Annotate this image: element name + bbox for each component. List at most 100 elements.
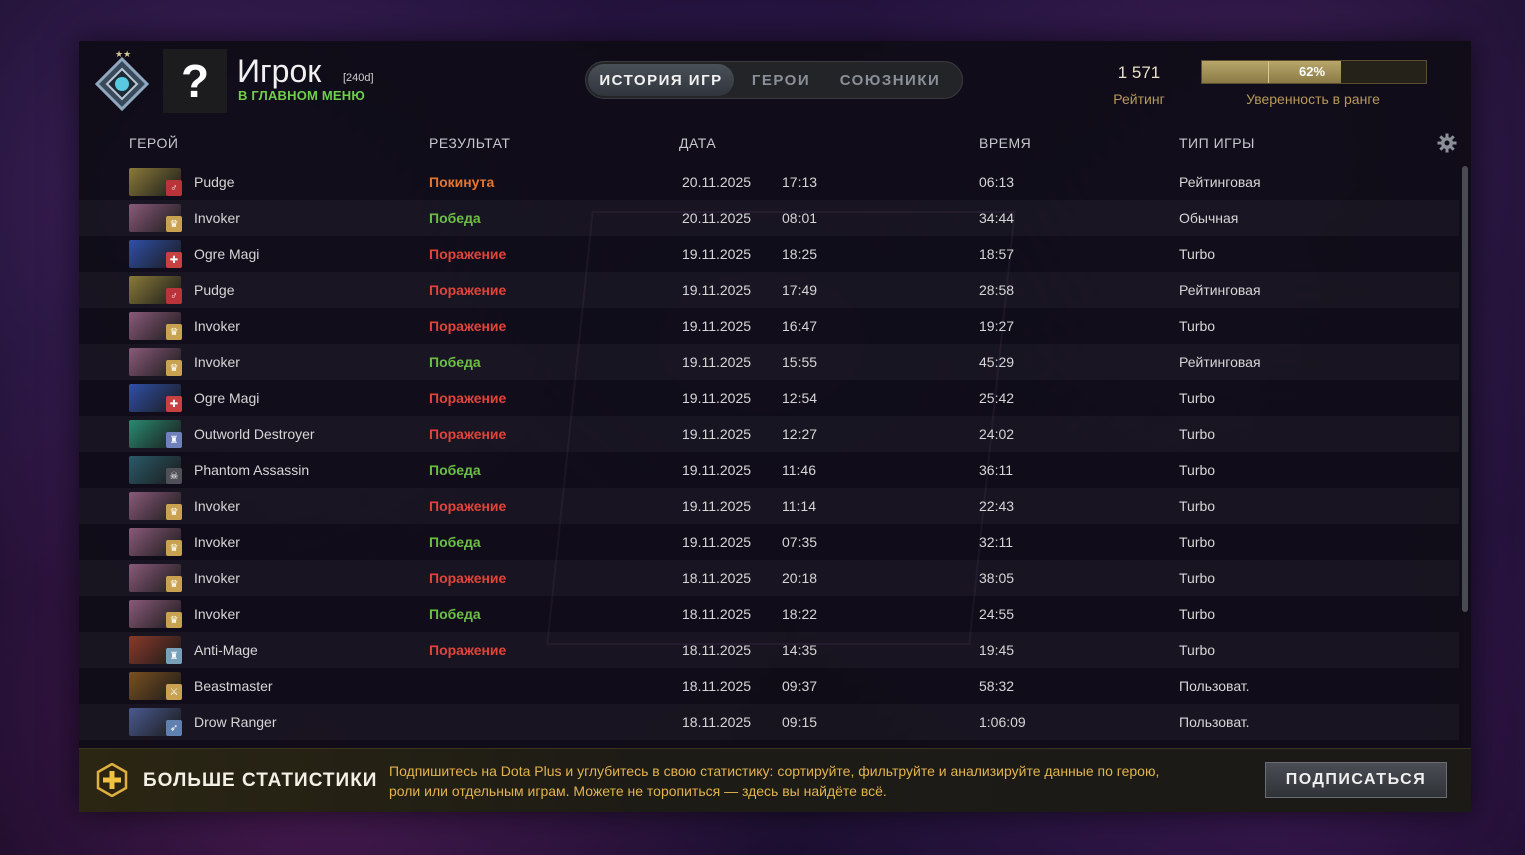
match-date: 19.11.2025	[682, 354, 752, 370]
match-row[interactable]: ♛ Invoker Поражение 18.11.2025 20:18 38:05 Tur…	[79, 560, 1459, 596]
promo-text: Подпишитесь на Dota Plus и углубитесь в …	[389, 763, 1160, 799]
match-row[interactable]: ♜ Outworld Destroyer Поражение 19.11.2025 12…	[79, 416, 1459, 452]
tab-bar: ИСТОРИЯ ИГР ГЕРОИ СОЮЗНИКИ	[585, 61, 963, 99]
hero-name: Drow Ranger	[194, 714, 277, 730]
game-type: Пользоват.	[1179, 678, 1250, 694]
role-badge-icon: ♛	[166, 612, 182, 628]
player-name: Игрок	[237, 53, 322, 89]
match-duration: 25:42	[979, 390, 1015, 406]
column-date[interactable]: ДАТА	[679, 135, 716, 151]
match-row[interactable]: ⚔ Beastmaster 18.11.2025 09:37 58:32 Пользова…	[79, 668, 1459, 704]
match-result: Поражение	[429, 426, 507, 442]
tab-heroes[interactable]: ГЕРОИ	[734, 64, 828, 96]
match-time: 09:15	[782, 714, 818, 730]
game-type: Рейтинговая	[1179, 282, 1261, 298]
role-badge-icon: ♛	[166, 360, 182, 376]
dota-plus-icon	[96, 763, 128, 797]
match-duration: 1:06:09	[979, 714, 1026, 730]
match-row[interactable]: ☠ Phantom Assassin Победа 19.11.2025 11:46 36…	[79, 452, 1459, 488]
match-time: 15:55	[782, 354, 818, 370]
svg-text:★★: ★★	[115, 50, 131, 60]
match-date: 19.11.2025	[682, 390, 752, 406]
match-list: ♂ Pudge Покинута 20.11.2025 17:13 06:13 Рейтин…	[79, 164, 1459, 748]
match-date: 19.11.2025	[682, 426, 752, 442]
match-result: Поражение	[429, 318, 507, 334]
game-type: Turbo	[1179, 426, 1216, 442]
match-date: 18.11.2025	[682, 606, 752, 622]
match-time: 14:35	[782, 642, 818, 658]
match-time: 11:46	[782, 462, 816, 478]
match-row[interactable]: ♛ Invoker Победа 19.11.2025 15:55 45:29 Рейтин…	[79, 344, 1459, 380]
match-duration: 24:02	[979, 426, 1015, 442]
match-duration: 34:44	[979, 210, 1015, 226]
match-row[interactable]: ♜ Anti-Mage Поражение 18.11.2025 14:35 19:45 T…	[79, 632, 1459, 668]
match-duration: 38:05	[979, 570, 1015, 586]
role-badge-icon: ♂	[166, 180, 182, 196]
match-row[interactable]: ➶ Drow Ranger 18.11.2025 09:15 1:06:09 Пользо…	[79, 704, 1459, 740]
hero-name: Outworld Destroyer	[194, 426, 315, 442]
match-row[interactable]: ♛ Invoker Победа 20.11.2025 08:01 34:44 Обычна…	[79, 200, 1459, 236]
match-duration: 19:27	[979, 318, 1015, 334]
match-row[interactable]: ♛ Invoker Поражение 19.11.2025 16:47 19:27 Tur…	[79, 308, 1459, 344]
match-time: 18:25	[782, 246, 818, 262]
hero-name: Beastmaster	[194, 678, 273, 694]
game-type: Turbo	[1179, 462, 1216, 478]
match-result: Победа	[429, 534, 481, 550]
scrollbar[interactable]	[1462, 166, 1468, 612]
subscribe-button[interactable]: ПОДПИСАТЬСЯ	[1265, 762, 1447, 798]
match-date: 19.11.2025	[682, 534, 752, 550]
column-game-type[interactable]: ТИП ИГРЫ	[1179, 135, 1255, 151]
match-time: 16:47	[782, 318, 818, 334]
role-badge-icon: ➶	[166, 720, 182, 736]
match-result: Поражение	[429, 498, 507, 514]
match-date: 19.11.2025	[682, 246, 752, 262]
game-type: Turbo	[1179, 498, 1216, 514]
rating-value: 1 571	[1117, 63, 1161, 82]
role-badge-icon: ♛	[166, 216, 182, 232]
match-result: Победа	[429, 354, 481, 370]
tab-match-history[interactable]: ИСТОРИЯ ИГР	[588, 64, 734, 96]
match-row[interactable]: ✚ Ogre Magi Поражение 19.11.2025 18:25 18:57 T…	[79, 236, 1459, 272]
hero-name: Ogre Magi	[194, 246, 260, 262]
column-hero[interactable]: ГЕРОЙ	[129, 135, 178, 151]
match-time: 09:37	[782, 678, 818, 694]
match-row[interactable]: ♂ Pudge Покинута 20.11.2025 17:13 06:13 Рейтин…	[79, 164, 1459, 200]
match-duration: 32:11	[979, 534, 1013, 550]
match-date: 18.11.2025	[682, 642, 752, 658]
match-time: 18:22	[782, 606, 818, 622]
match-duration: 28:58	[979, 282, 1015, 298]
match-time: 12:27	[782, 426, 818, 442]
player-status: В ГЛАВНОМ МЕНЮ	[238, 88, 365, 103]
match-time: 11:14	[782, 498, 816, 514]
tab-allies[interactable]: СОЮЗНИКИ	[828, 64, 952, 96]
match-duration: 58:32	[979, 678, 1015, 694]
game-type: Turbo	[1179, 318, 1216, 334]
column-duration[interactable]: ВРЕМЯ	[979, 135, 1031, 151]
match-duration: 19:45	[979, 642, 1015, 658]
avatar[interactable]: ?	[163, 49, 227, 113]
match-row[interactable]: ♛ Invoker Победа 18.11.2025 18:22 24:55 Turbo	[79, 596, 1459, 632]
column-result[interactable]: РЕЗУЛЬТАТ	[429, 135, 510, 151]
role-badge-icon: ♜	[166, 648, 182, 664]
hero-name: Invoker	[194, 606, 240, 622]
match-row[interactable]: ♛ Invoker Победа 19.11.2025 07:35 32:11 Turbo	[79, 524, 1459, 560]
match-result: Победа	[429, 210, 481, 226]
hero-name: Invoker	[194, 570, 240, 586]
match-time: 17:13	[782, 174, 818, 190]
match-row[interactable]: ♛ Invoker Поражение 19.11.2025 11:14 22:43 Tur…	[79, 488, 1459, 524]
dota-plus-banner: БОЛЬШЕ СТАТИСТИКИ Подпишитесь на Dota Pl…	[79, 748, 1471, 812]
match-date: 19.11.2025	[682, 498, 752, 514]
match-row[interactable]: ♂ Pudge Поражение 19.11.2025 17:49 28:58 Рейти…	[79, 272, 1459, 308]
game-type: Рейтинговая	[1179, 354, 1261, 370]
role-badge-icon: ✚	[166, 396, 182, 412]
game-type: Turbo	[1179, 246, 1216, 262]
rank-confidence-bar: 62%	[1201, 60, 1427, 84]
hero-name: Anti-Mage	[194, 642, 258, 658]
match-date: 18.11.2025	[682, 678, 752, 694]
match-duration: 45:29	[979, 354, 1015, 370]
match-history-panel: ★★ ? Игрок [240d] В ГЛАВНОМ МЕНЮ ИСТОРИЯ…	[79, 41, 1471, 812]
game-type: Рейтинговая	[1179, 174, 1261, 190]
gear-icon[interactable]	[1437, 133, 1457, 153]
match-row[interactable]: ✚ Ogre Magi Поражение 19.11.2025 12:54 25:42 T…	[79, 380, 1459, 416]
match-duration: 06:13	[979, 174, 1015, 190]
